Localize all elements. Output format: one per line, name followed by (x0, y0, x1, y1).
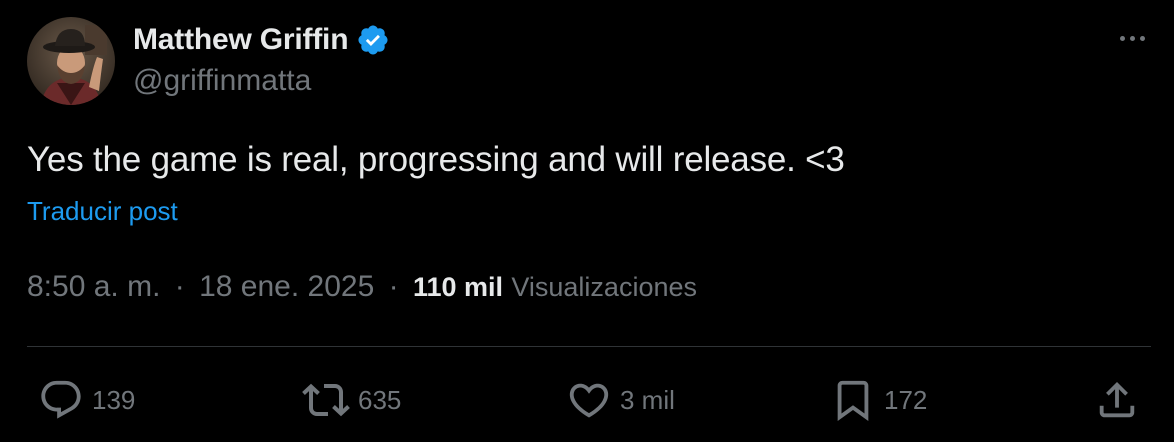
meta-separator: · (388, 270, 399, 303)
avatar[interactable] (27, 17, 115, 105)
share-icon (1094, 377, 1140, 423)
post-date[interactable]: 18 ene. 2025 (199, 270, 374, 303)
repost-button[interactable]: 635 (302, 370, 401, 430)
more-options-icon[interactable] (1112, 26, 1152, 50)
post-metadata: 8:50 a. m. · 18 ene. 2025 · 110 mil Visu… (27, 270, 697, 304)
author-name-row: Matthew Griffin (133, 20, 390, 60)
views-label[interactable]: Visualizaciones (511, 272, 697, 302)
heart-icon (566, 377, 612, 423)
repost-count: 635 (358, 384, 402, 415)
translate-post-link[interactable]: Traducir post (27, 196, 178, 227)
views-count[interactable]: 110 mil (413, 272, 503, 302)
bookmark-icon (830, 377, 876, 423)
reply-count: 139 (92, 384, 136, 415)
verified-badge-icon[interactable] (356, 23, 390, 57)
repost-icon (302, 376, 350, 424)
action-bar: 139 635 3 mil 172 (0, 370, 1174, 430)
bookmark-button[interactable]: 172 (830, 370, 927, 430)
meta-separator: · (174, 270, 185, 303)
divider (27, 346, 1151, 347)
like-count: 3 mil (620, 384, 675, 415)
post-time[interactable]: 8:50 a. m. (27, 270, 160, 303)
reply-button[interactable]: 139 (38, 370, 135, 430)
share-button[interactable] (1094, 370, 1140, 430)
reply-icon (38, 377, 84, 423)
author-handle[interactable]: @griffinmatta (133, 64, 311, 98)
tweet-detail: Matthew Griffin @griffinmatta Yes the ga… (0, 0, 1174, 442)
like-button[interactable]: 3 mil (566, 370, 675, 430)
bookmark-count: 172 (884, 384, 928, 415)
post-text: Yes the game is real, progressing and wi… (27, 140, 845, 179)
author-display-name[interactable]: Matthew Griffin (133, 23, 349, 57)
avatar-image (27, 17, 115, 105)
